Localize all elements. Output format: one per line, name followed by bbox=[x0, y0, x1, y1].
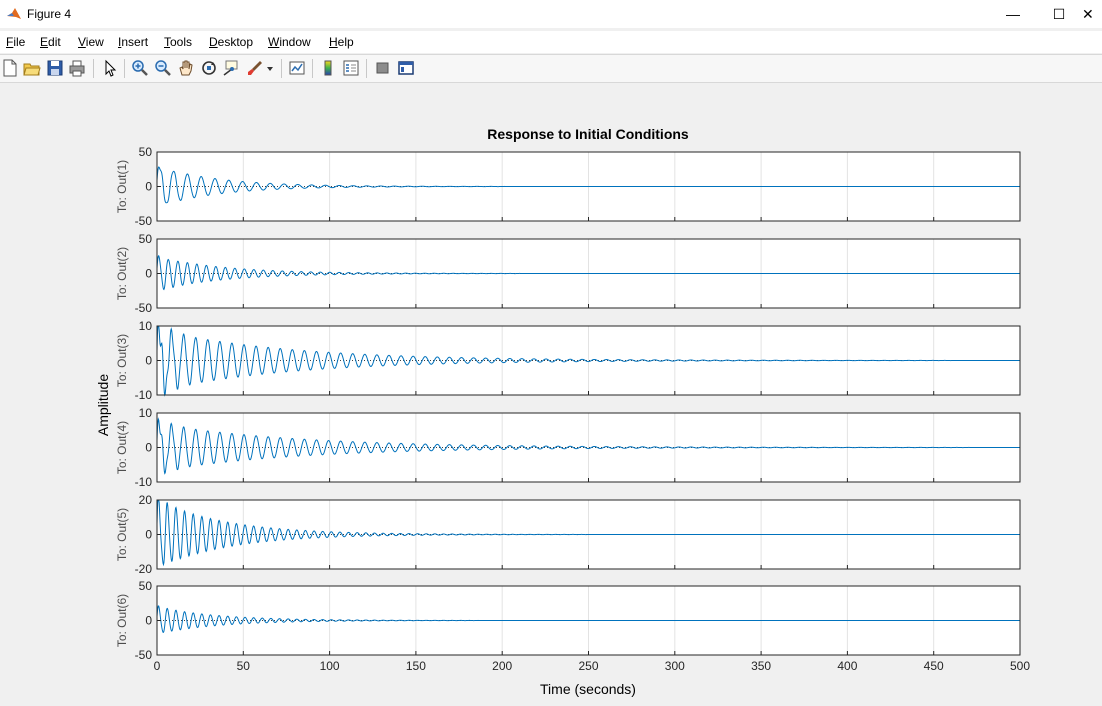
print-icon[interactable] bbox=[68, 59, 86, 77]
y-tick-label: -10 bbox=[135, 388, 153, 402]
link-plot-icon[interactable] bbox=[288, 59, 306, 77]
hide-plot-tools-icon[interactable] bbox=[374, 59, 392, 77]
x-axis-label: Time (seconds) bbox=[540, 681, 636, 697]
save-icon[interactable] bbox=[46, 59, 64, 77]
zoom-out-icon[interactable] bbox=[154, 59, 172, 77]
y-tick-label: 0 bbox=[145, 354, 152, 368]
subplot-axes-group[interactable]: -50050To: Out(1)-50050To: Out(2)-10010To… bbox=[115, 145, 1030, 673]
toolbar-separator bbox=[281, 59, 282, 78]
subplot-y-label: To: Out(1) bbox=[115, 160, 129, 213]
minimize-icon: — bbox=[1006, 6, 1020, 22]
x-tick-label: 250 bbox=[578, 659, 598, 673]
zoom-in-icon[interactable] bbox=[131, 59, 149, 77]
x-tick-label: 150 bbox=[406, 659, 426, 673]
y-tick-label: 50 bbox=[139, 232, 153, 246]
menu-window[interactable]: Window bbox=[268, 35, 311, 49]
x-tick-label: 350 bbox=[751, 659, 771, 673]
maximize-button[interactable]: ☐ bbox=[1036, 0, 1082, 28]
y-tick-label: 0 bbox=[145, 528, 152, 542]
colorbar-icon[interactable] bbox=[319, 59, 337, 77]
figure-canvas[interactable]: Response to Initial Conditions -50050To:… bbox=[0, 82, 1102, 706]
figure-toolbar bbox=[0, 54, 1102, 83]
x-tick-label: 300 bbox=[665, 659, 685, 673]
subplot-y-label: To: Out(4) bbox=[115, 421, 129, 474]
subplot-axes-4[interactable]: -10 0 10 To: Out(4) bbox=[115, 406, 1021, 489]
subplot-axes-1[interactable]: -50 0 50 To: Out(1) bbox=[115, 145, 1021, 228]
show-plot-tools-icon[interactable] bbox=[397, 59, 415, 77]
y-tick-label: 10 bbox=[139, 406, 153, 420]
menu-desktop[interactable]: Desktop bbox=[209, 35, 253, 49]
menu-edit[interactable]: Edit bbox=[40, 35, 61, 49]
subplot-axes-3[interactable]: -10 0 10 To: Out(3) bbox=[115, 319, 1021, 402]
y-tick-label: 0 bbox=[145, 267, 152, 281]
legend-icon[interactable] bbox=[342, 59, 360, 77]
y-tick-label: -50 bbox=[135, 214, 153, 228]
y-tick-label: 10 bbox=[139, 319, 153, 333]
x-tick-label: 400 bbox=[837, 659, 857, 673]
y-tick-label: 0 bbox=[145, 614, 152, 628]
new-figure-icon[interactable] bbox=[1, 59, 19, 77]
menu-view[interactable]: View bbox=[78, 35, 104, 49]
toolbar-separator bbox=[366, 59, 367, 78]
x-tick-label: 500 bbox=[1010, 659, 1030, 673]
matlab-logo-icon bbox=[6, 6, 22, 22]
y-tick-label: -10 bbox=[135, 475, 153, 489]
y-axis-label: Amplitude bbox=[95, 374, 111, 436]
y-tick-label: -50 bbox=[135, 648, 153, 662]
rotate-3d-icon[interactable] bbox=[200, 59, 218, 77]
y-tick-label: -50 bbox=[135, 301, 153, 315]
window-titlebar: Figure 4 — ☐ ✕ bbox=[0, 0, 1102, 28]
y-tick-label: 50 bbox=[139, 145, 153, 159]
open-file-icon[interactable] bbox=[23, 59, 41, 77]
y-tick-label: -20 bbox=[135, 562, 153, 576]
subplot-y-label: To: Out(6) bbox=[115, 594, 129, 647]
menu-file[interactable]: File bbox=[6, 35, 25, 49]
x-tick-label: 450 bbox=[924, 659, 944, 673]
subplot-y-label: To: Out(5) bbox=[115, 508, 129, 561]
data-cursor-icon[interactable] bbox=[222, 59, 240, 77]
x-tick-label: 200 bbox=[492, 659, 512, 673]
menu-tools[interactable]: Tools bbox=[164, 35, 192, 49]
menu-bar: File Edit View Insert Tools Desktop Wind… bbox=[0, 31, 1102, 53]
y-tick-label: 50 bbox=[139, 579, 153, 593]
select-arrow-icon[interactable] bbox=[101, 59, 119, 77]
y-tick-label: 0 bbox=[145, 441, 152, 455]
minimize-button[interactable]: — bbox=[990, 0, 1036, 28]
close-icon: ✕ bbox=[1082, 5, 1094, 22]
subplot-axes-2[interactable]: -50 0 50 To: Out(2) bbox=[115, 232, 1021, 315]
subplot-y-label: To: Out(2) bbox=[115, 247, 129, 300]
toolbar-separator bbox=[124, 59, 125, 78]
maximize-icon: ☐ bbox=[1052, 5, 1066, 22]
toolbar-separator bbox=[312, 59, 313, 78]
subplot-axes-6[interactable]: -50 0 50 To: Out(6) bbox=[115, 579, 1021, 662]
subplot-y-label: To: Out(3) bbox=[115, 334, 129, 387]
close-button[interactable]: ✕ bbox=[1082, 0, 1102, 28]
x-tick-label: 50 bbox=[237, 659, 251, 673]
brush-dropdown-icon[interactable] bbox=[265, 59, 275, 77]
chart-title: Response to Initial Conditions bbox=[487, 126, 689, 142]
window-title: Figure 4 bbox=[27, 7, 72, 21]
menu-help[interactable]: Help bbox=[329, 35, 354, 49]
y-tick-label: 0 bbox=[145, 180, 152, 194]
brush-icon[interactable] bbox=[246, 59, 264, 77]
toolbar-separator bbox=[93, 59, 94, 78]
y-tick-label: 20 bbox=[139, 493, 153, 507]
subplot-axes-5[interactable]: -20 0 20 To: Out(5) bbox=[115, 493, 1021, 576]
x-tick-label: 100 bbox=[320, 659, 340, 673]
pan-hand-icon[interactable] bbox=[177, 59, 195, 77]
x-tick-label: 0 bbox=[154, 659, 161, 673]
menu-insert[interactable]: Insert bbox=[118, 35, 148, 49]
